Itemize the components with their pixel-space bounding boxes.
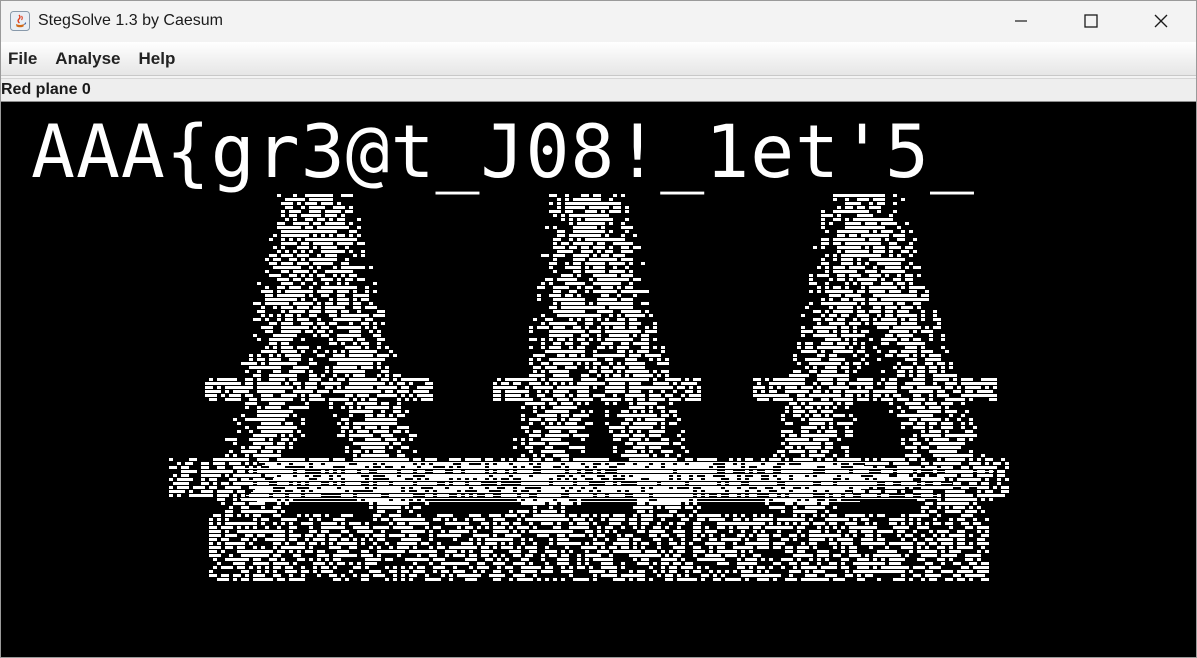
- streak-line: [244, 480, 890, 481]
- java-app-icon[interactable]: [10, 11, 30, 31]
- stegsolve-window: StegSolve 1.3 by Caesum File Analyse Hel…: [0, 0, 1197, 658]
- streak-line: [251, 492, 852, 493]
- plane-label: Red plane 0: [1, 81, 91, 98]
- close-icon: [1154, 14, 1168, 28]
- streak-line: [246, 495, 937, 496]
- title-bar[interactable]: StegSolve 1.3 by Caesum: [1, 1, 1196, 41]
- streak-line: [259, 462, 886, 463]
- streak-line: [248, 471, 994, 472]
- maximize-icon: [1084, 14, 1098, 28]
- window-title: StegSolve 1.3 by Caesum: [38, 12, 223, 29]
- maximize-button[interactable]: [1056, 1, 1126, 41]
- menu-file[interactable]: File: [1, 42, 46, 75]
- streak-line: [271, 474, 874, 475]
- window-controls: [986, 1, 1196, 41]
- streak-line: [262, 465, 864, 466]
- streak-line: [257, 501, 860, 502]
- image-panel[interactable]: AAA{gr3@t_J08!_1et'5_: [1, 102, 1196, 657]
- noise-pixels: [169, 194, 1009, 581]
- streak-line: [274, 477, 944, 478]
- close-button[interactable]: [1126, 1, 1196, 41]
- streak-line: [239, 468, 950, 469]
- streak-line: [255, 489, 861, 490]
- streak-line: [240, 498, 941, 499]
- streak-line: [249, 483, 952, 484]
- minimize-icon: [1015, 20, 1027, 22]
- streak-line: [265, 486, 978, 487]
- minimize-button[interactable]: [986, 1, 1056, 41]
- hidden-flag-text: AAA{gr3@t_J08!_1et'5_: [31, 110, 975, 195]
- menu-help[interactable]: Help: [132, 42, 185, 75]
- plane-label-bar: Red plane 0: [1, 78, 1196, 102]
- menu-bar: File Analyse Help: [1, 42, 1196, 76]
- menu-analyse[interactable]: Analyse: [48, 42, 129, 75]
